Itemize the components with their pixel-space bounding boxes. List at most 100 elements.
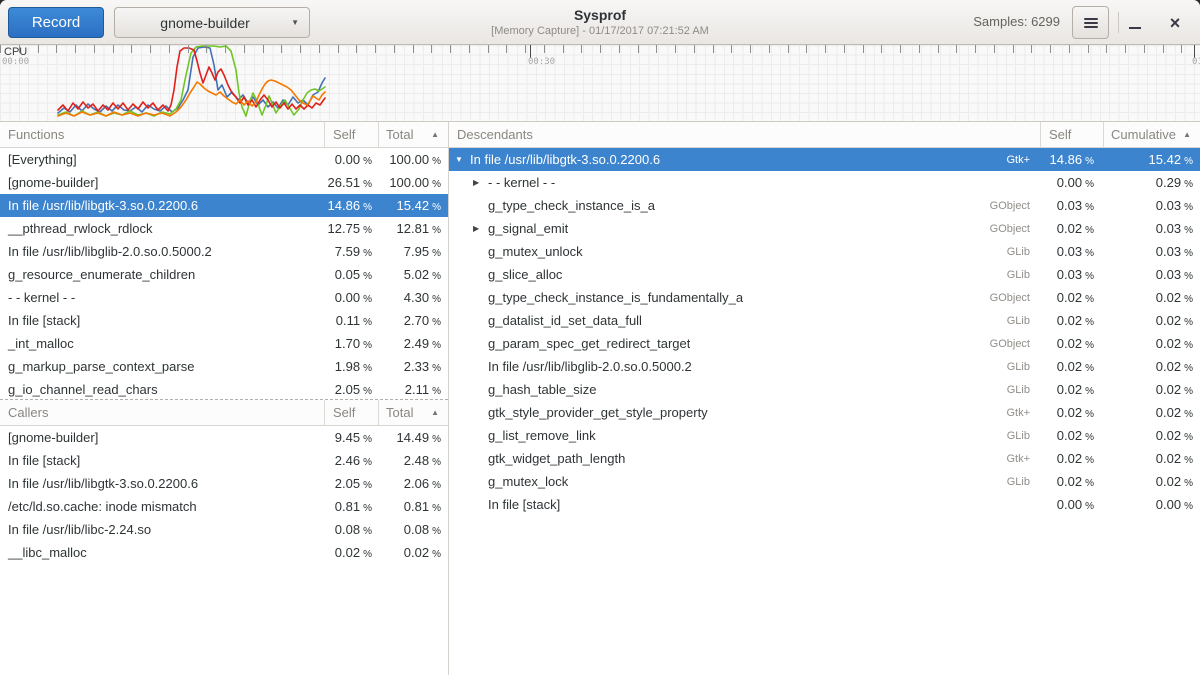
minimize-icon bbox=[1129, 27, 1141, 29]
ruler-tick bbox=[0, 45, 1, 53]
function-name: g_mutex_lock bbox=[488, 474, 568, 489]
function-name: __pthread_rwlock_rdlock bbox=[0, 221, 324, 236]
ruler-tick bbox=[131, 45, 132, 53]
library-badge: GLib bbox=[1007, 384, 1040, 396]
table-row[interactable]: In file /usr/lib/libglib-2.0.so.0.5000.2… bbox=[0, 240, 448, 263]
ruler-tick bbox=[1125, 45, 1126, 53]
function-name: g_io_channel_read_chars bbox=[0, 382, 324, 397]
tree-row[interactable]: g_type_check_instance_is_a GObject 0.03%… bbox=[449, 194, 1200, 217]
callers-total-column-header[interactable]: Total ▲ bbox=[378, 400, 448, 425]
self-percent: 0.02% bbox=[1040, 382, 1103, 397]
callers-list: [gnome-builder] 9.45% 14.49% In file [st… bbox=[0, 426, 448, 564]
ruler-tick bbox=[394, 45, 395, 53]
descendants-self-column-header[interactable]: Self bbox=[1040, 122, 1103, 147]
ruler-tick bbox=[469, 45, 470, 53]
ruler-tick bbox=[1106, 45, 1107, 53]
library-badge: Gtk+ bbox=[1006, 407, 1040, 419]
cumulative-percent: 0.00% bbox=[1103, 497, 1200, 512]
total-percent: 100.00% bbox=[378, 152, 448, 167]
self-percent: 0.00% bbox=[324, 290, 378, 305]
library-badge: GLib bbox=[1007, 246, 1040, 258]
functions-self-column-header[interactable]: Self bbox=[324, 122, 378, 147]
expander-icon[interactable]: ▶ bbox=[473, 178, 488, 187]
sysprof-window: Record gnome-builder ▼ Sysprof [Memory C… bbox=[0, 0, 1200, 675]
ruler-tick bbox=[638, 45, 639, 53]
tree-row[interactable]: gtk_style_provider_get_style_property Gt… bbox=[449, 401, 1200, 424]
function-name: __libc_malloc bbox=[0, 545, 324, 560]
ruler-tick bbox=[731, 45, 732, 53]
table-row[interactable]: [Everything] 0.00% 100.00% bbox=[0, 148, 448, 171]
table-row[interactable]: _int_malloc 1.70% 2.49% bbox=[0, 332, 448, 355]
table-row[interactable]: g_markup_parse_context_parse 1.98% 2.33% bbox=[0, 355, 448, 378]
tree-row[interactable]: g_slice_alloc GLib 0.03% 0.03% bbox=[449, 263, 1200, 286]
function-name: g_datalist_id_set_data_full bbox=[488, 313, 642, 328]
table-row[interactable]: __libc_malloc 0.02% 0.02% bbox=[0, 541, 448, 564]
ruler-tick bbox=[319, 45, 320, 53]
close-button[interactable]: × bbox=[1158, 6, 1192, 39]
expander-icon[interactable]: ▼ bbox=[455, 155, 470, 164]
tree-row[interactable]: g_param_spec_get_redirect_target GObject… bbox=[449, 332, 1200, 355]
ruler-tick bbox=[1088, 45, 1089, 53]
total-percent: 7.95% bbox=[378, 244, 448, 259]
ruler-tick bbox=[263, 45, 264, 53]
tree-row[interactable]: g_list_remove_link GLib 0.02% 0.02% bbox=[449, 424, 1200, 447]
process-selector-dropdown[interactable]: gnome-builder ▼ bbox=[114, 7, 310, 38]
tree-row[interactable]: g_hash_table_size GLib 0.02% 0.02% bbox=[449, 378, 1200, 401]
table-row[interactable]: In file /usr/lib/libgtk-3.so.0.2200.6 2.… bbox=[0, 472, 448, 495]
tree-row[interactable]: g_mutex_unlock GLib 0.03% 0.03% bbox=[449, 240, 1200, 263]
cpu-graph[interactable]: CPU 00:0000:3001:00 bbox=[0, 45, 1200, 122]
title-block: Sysprof [Memory Capture] - 01/17/2017 07… bbox=[350, 6, 850, 38]
table-row[interactable]: [gnome-builder] 9.45% 14.49% bbox=[0, 426, 448, 449]
cumulative-header-label: Cumulative bbox=[1111, 127, 1176, 142]
expander-icon[interactable]: ▶ bbox=[473, 224, 488, 233]
ruler-tick bbox=[1031, 45, 1032, 53]
table-row[interactable]: In file /usr/lib/libc-2.24.so 0.08% 0.08… bbox=[0, 518, 448, 541]
tree-row[interactable]: ▶ - - kernel - - 0.00% 0.29% bbox=[449, 171, 1200, 194]
function-name: g_type_check_instance_is_fundamentally_a bbox=[488, 290, 743, 305]
table-row[interactable]: In file [stack] 2.46% 2.48% bbox=[0, 449, 448, 472]
tree-row[interactable]: g_datalist_id_set_data_full GLib 0.02% 0… bbox=[449, 309, 1200, 332]
hamburger-icon bbox=[1084, 18, 1098, 28]
table-row[interactable]: [gnome-builder] 26.51% 100.00% bbox=[0, 171, 448, 194]
function-name: g_slice_alloc bbox=[488, 267, 562, 282]
tree-row[interactable]: ▶ g_signal_emit GObject 0.02% 0.03% bbox=[449, 217, 1200, 240]
descendants-column-header[interactable]: Descendants bbox=[449, 122, 1040, 147]
record-button[interactable]: Record bbox=[8, 7, 104, 38]
minimize-button[interactable] bbox=[1118, 6, 1152, 39]
table-row[interactable]: - - kernel - - 0.00% 4.30% bbox=[0, 286, 448, 309]
functions-total-column-header[interactable]: Total ▲ bbox=[378, 122, 448, 147]
descendants-cumulative-column-header[interactable]: Cumulative ▲ bbox=[1103, 122, 1200, 147]
ruler-tick bbox=[225, 45, 226, 53]
callers-column-header[interactable]: Callers bbox=[0, 400, 324, 425]
cumulative-percent: 0.02% bbox=[1103, 336, 1200, 351]
callers-self-column-header[interactable]: Self bbox=[324, 400, 378, 425]
menu-button[interactable] bbox=[1072, 6, 1109, 39]
table-row[interactable]: g_io_channel_read_chars 2.05% 2.11% bbox=[0, 378, 448, 400]
titlebar: Record gnome-builder ▼ Sysprof [Memory C… bbox=[0, 0, 1200, 45]
cumulative-percent: 0.03% bbox=[1103, 198, 1200, 213]
table-row[interactable]: __pthread_rwlock_rdlock 12.75% 12.81% bbox=[0, 217, 448, 240]
tree-row[interactable]: g_type_check_instance_is_fundamentally_a… bbox=[449, 286, 1200, 309]
function-name: gtk_widget_path_length bbox=[488, 451, 625, 466]
table-row[interactable]: /etc/ld.so.cache: inode mismatch 0.81% 0… bbox=[0, 495, 448, 518]
tree-row[interactable]: In file [stack] 0.00% 0.00% bbox=[449, 493, 1200, 516]
table-row[interactable]: g_resource_enumerate_children 0.05% 5.02… bbox=[0, 263, 448, 286]
tree-row[interactable]: In file /usr/lib/libglib-2.0.so.0.5000.2… bbox=[449, 355, 1200, 378]
table-row[interactable]: In file /usr/lib/libgtk-3.so.0.2200.6 14… bbox=[0, 194, 448, 217]
ruler-tick bbox=[300, 45, 301, 53]
table-row[interactable]: In file [stack] 0.11% 2.70% bbox=[0, 309, 448, 332]
library-badge: GLib bbox=[1007, 315, 1040, 327]
tree-row[interactable]: g_mutex_lock GLib 0.02% 0.02% bbox=[449, 470, 1200, 493]
self-percent: 9.45% bbox=[324, 430, 378, 445]
functions-column-header[interactable]: Functions bbox=[0, 122, 324, 147]
tree-row[interactable]: ▼ In file /usr/lib/libgtk-3.so.0.2200.6 … bbox=[449, 148, 1200, 171]
samples-count: Samples: 6299 bbox=[973, 14, 1060, 29]
self-percent: 0.00% bbox=[1040, 175, 1103, 190]
self-percent: 0.11% bbox=[324, 313, 378, 328]
total-percent: 2.11% bbox=[378, 382, 448, 397]
self-percent: 14.86% bbox=[324, 198, 378, 213]
tree-row[interactable]: gtk_widget_path_length Gtk+ 0.02% 0.02% bbox=[449, 447, 1200, 470]
ruler-tick bbox=[338, 45, 339, 53]
total-percent: 0.81% bbox=[378, 499, 448, 514]
function-name: In file /usr/lib/libglib-2.0.so.0.5000.2 bbox=[488, 359, 692, 374]
